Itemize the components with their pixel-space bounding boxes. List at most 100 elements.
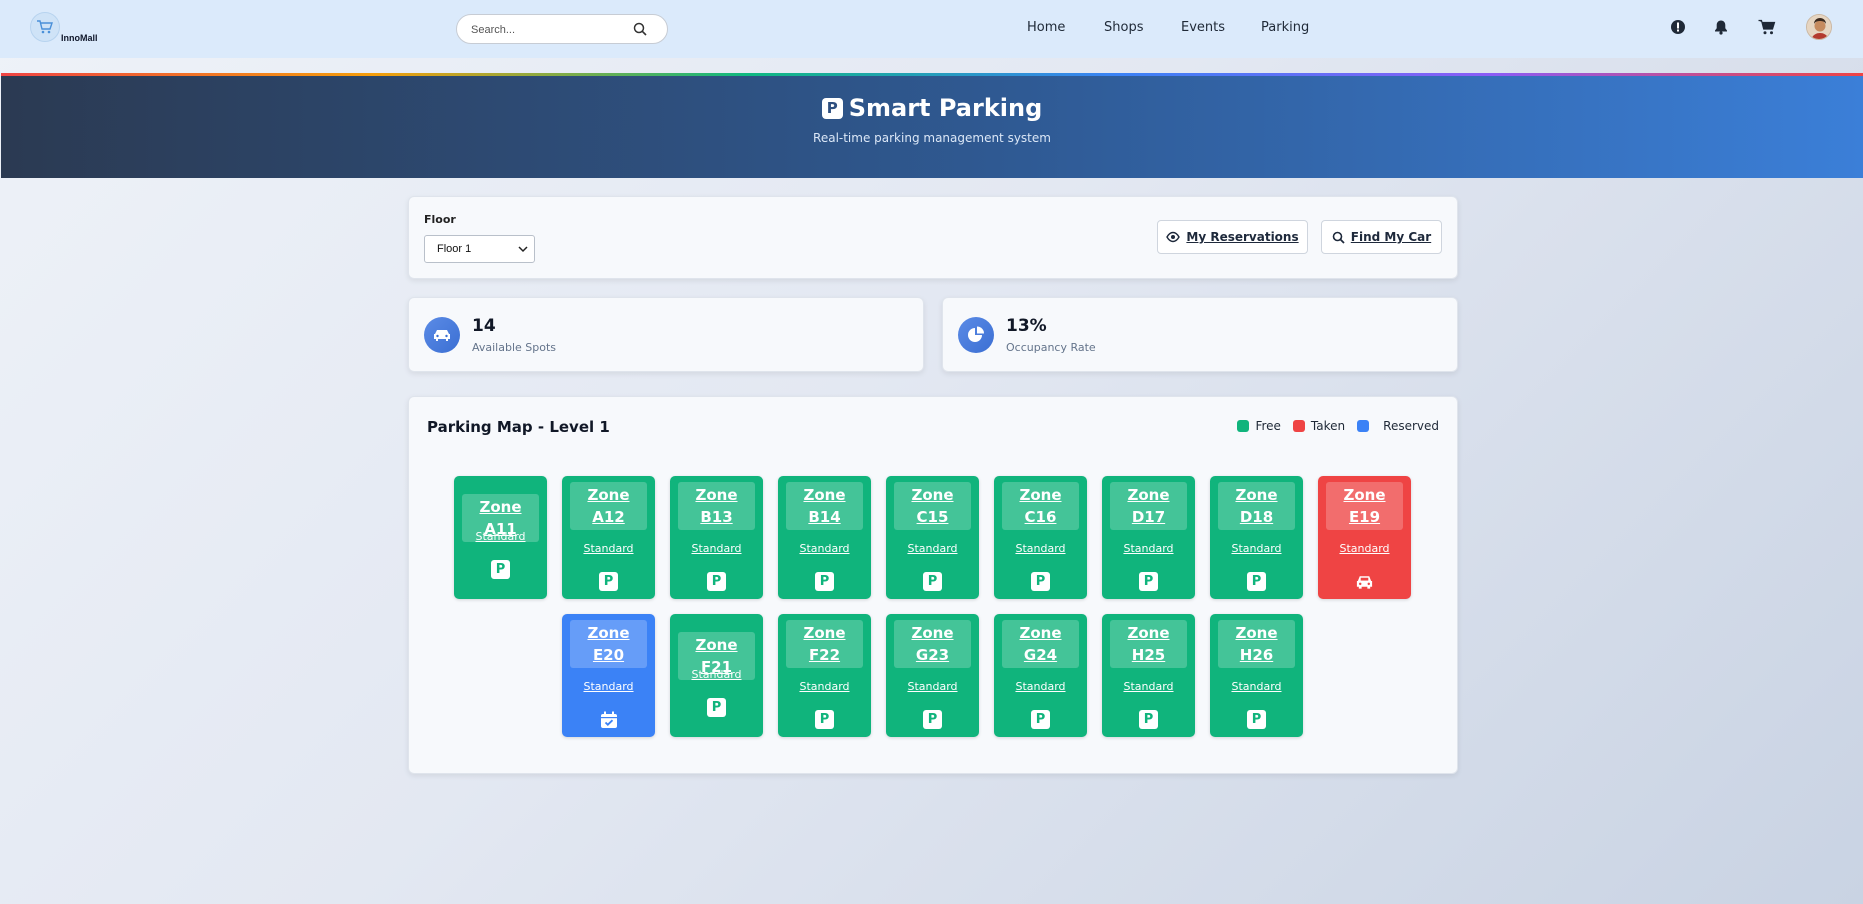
spot-name-line2: G23 [915, 646, 950, 664]
parking-spot[interactable]: Zone E20 Standard [562, 614, 655, 737]
parking-map-title: Parking Map - Level 1 [427, 418, 610, 436]
calendar-check-icon [599, 710, 618, 729]
legend-reserved-label: Reserved [1383, 419, 1439, 433]
bell-icon[interactable] [1713, 19, 1729, 35]
spot-name-line2: E19 [1348, 508, 1381, 526]
parking-p-icon: P [1139, 710, 1158, 729]
parking-spot[interactable]: Zone G24 Standard P [994, 614, 1087, 737]
parking-map-card: Parking Map - Level 1 Free Taken Reserve… [408, 396, 1458, 774]
legend-free-swatch [1237, 420, 1250, 432]
pie-chart-icon [958, 317, 994, 353]
nav-shops-link[interactable]: Shops [1104, 20, 1143, 35]
parking-spot[interactable]: Zone A12 Standard P [562, 476, 655, 599]
parking-p-icon: P [815, 710, 834, 729]
innomall-logo[interactable]: InnoMall [28, 11, 100, 51]
parking-p-icon: P [599, 572, 618, 591]
floor-select[interactable]: Floor 1 [424, 235, 535, 263]
search-icon[interactable] [633, 22, 647, 36]
spot-name-line1: Zone [1127, 624, 1170, 642]
parking-p-icon: P [1247, 710, 1266, 729]
search-input[interactable] [471, 21, 631, 39]
spot-name: Zone H25 [1110, 620, 1187, 668]
parking-p-icon: P [707, 572, 726, 591]
controls-card: Floor Floor 1 My Reservations Find My Ca… [408, 196, 1458, 279]
nav-parking-link[interactable]: Parking [1261, 20, 1309, 35]
spot-type: Standard [691, 668, 742, 681]
spot-type: Standard [1231, 542, 1282, 555]
spot-type: Standard [691, 542, 742, 555]
parking-spot[interactable]: Zone F21 Standard P [670, 614, 763, 737]
parking-spot[interactable]: Zone B14 Standard P [778, 476, 871, 599]
nav-home-link[interactable]: Home [1027, 20, 1065, 35]
find-my-car-button[interactable]: Find My Car [1321, 220, 1442, 254]
eye-icon [1166, 231, 1181, 243]
parking-spot[interactable]: Zone H25 Standard P [1102, 614, 1195, 737]
spot-name-line1: Zone [911, 624, 954, 642]
spot-name: Zone F22 [786, 620, 863, 668]
spot-type: Standard [583, 680, 634, 693]
spot-name: Zone A12 [570, 482, 647, 530]
spot-name-line2: D17 [1131, 508, 1166, 526]
spot-name-line1: Zone [803, 486, 846, 504]
page-title-text: Smart Parking [848, 94, 1043, 122]
logo-text: InnoMall [61, 33, 98, 43]
spot-name-line1: Zone [1127, 486, 1170, 504]
parking-p-icon: P [1031, 710, 1050, 729]
page-title: P Smart Parking [1, 94, 1863, 122]
spot-type: Standard [475, 530, 526, 543]
floor-select-value: Floor 1 [437, 243, 472, 255]
cart-icon[interactable] [1758, 19, 1776, 35]
parking-p-icon: P [1247, 572, 1266, 591]
floor-label: Floor [424, 213, 456, 226]
spot-name: Zone B13 [678, 482, 755, 530]
spot-name-line2: B13 [700, 508, 733, 526]
parking-spot[interactable]: Zone F22 Standard P [778, 614, 871, 737]
parking-spot[interactable]: Zone C16 Standard P [994, 476, 1087, 599]
spot-name-line1: Zone [803, 624, 846, 642]
parking-p-icon: P [923, 710, 942, 729]
alert-icon[interactable] [1670, 19, 1686, 35]
parking-p-icon: P [491, 560, 510, 579]
parking-spot[interactable]: Zone G23 Standard P [886, 614, 979, 737]
spot-type: Standard [907, 680, 958, 693]
chevron-down-icon [518, 246, 528, 253]
legend-taken: Taken [1292, 419, 1346, 433]
my-reservations-button[interactable]: My Reservations [1157, 220, 1308, 254]
available-spots-card: 14 Available Spots [408, 297, 924, 372]
parking-p-icon: P [923, 572, 942, 591]
spot-name-line2: H26 [1239, 646, 1274, 664]
parking-spot[interactable]: Zone B13 Standard P [670, 476, 763, 599]
occupancy-rate-label: Occupancy Rate [1006, 341, 1096, 354]
parking-p-icon: P [707, 698, 726, 717]
spot-name-line2: E20 [592, 646, 625, 664]
occupancy-rate-value: 13% [1006, 316, 1047, 336]
search-bar[interactable] [456, 14, 668, 44]
spot-name-line1: Zone [1343, 486, 1386, 504]
car-icon [1355, 572, 1374, 591]
parking-spot[interactable]: Zone E19 Standard [1318, 476, 1411, 599]
parking-p-icon: P [1139, 572, 1158, 591]
legend-reserved-swatch [1357, 420, 1370, 432]
avatar-portrait-icon [1807, 15, 1831, 39]
spot-name-line2: H25 [1131, 646, 1166, 664]
nav-events-link[interactable]: Events [1181, 20, 1225, 35]
parking-spot[interactable]: Zone C15 Standard P [886, 476, 979, 599]
spot-type: Standard [1015, 542, 1066, 555]
parking-p-icon: P [1031, 572, 1050, 591]
parking-spot[interactable]: Zone H26 Standard P [1210, 614, 1303, 737]
spot-name: Zone C15 [894, 482, 971, 530]
page-subtitle: Real-time parking management system [813, 131, 1051, 145]
spot-type: Standard [1231, 680, 1282, 693]
parking-spot[interactable]: Zone A11 Standard P [454, 476, 547, 599]
user-avatar[interactable] [1806, 14, 1832, 40]
spot-name: Zone G23 [894, 620, 971, 668]
spot-name-line2: A12 [592, 508, 625, 526]
parking-spot[interactable]: Zone D18 Standard P [1210, 476, 1303, 599]
legend-taken-label: Taken [1310, 419, 1346, 433]
search-car-icon [1332, 231, 1345, 244]
spot-type: Standard [1123, 542, 1174, 555]
occupancy-rate-card: 13% Occupancy Rate [942, 297, 1458, 372]
spot-name: Zone G24 [1002, 620, 1079, 668]
spot-name-line2: B14 [808, 508, 841, 526]
parking-spot[interactable]: Zone D17 Standard P [1102, 476, 1195, 599]
